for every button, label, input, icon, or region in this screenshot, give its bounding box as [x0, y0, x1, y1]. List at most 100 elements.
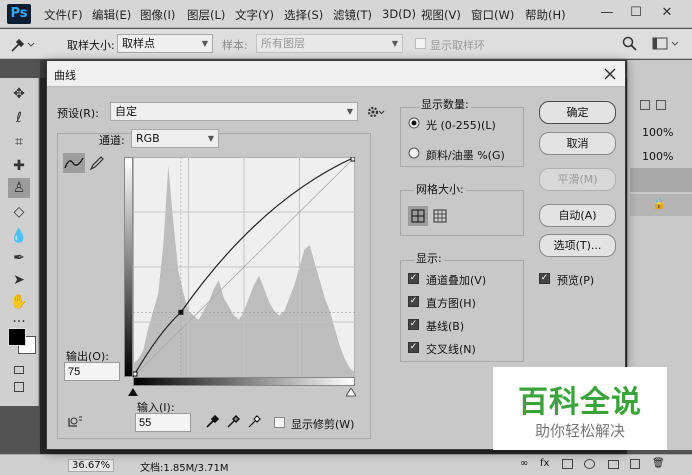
preset-options-gear-icon[interactable] [367, 105, 385, 119]
opacity-value[interactable]: 100% [642, 126, 673, 139]
channel-select[interactable]: RGB ▼ [131, 129, 219, 148]
chevron-down-icon: ▼ [207, 134, 214, 143]
healing-brush-icon[interactable]: ✚ [8, 156, 30, 176]
curve-endpoint-white[interactable] [350, 157, 355, 162]
panel-icon[interactable] [640, 100, 650, 110]
close-window-button[interactable]: ✕ [656, 3, 678, 23]
pigment-radio[interactable] [408, 147, 420, 159]
show-sampling-ring-checkbox[interactable] [415, 38, 426, 49]
crop-tool-icon[interactable]: ⌗ [8, 132, 30, 152]
link-icon[interactable]: ∞ [520, 458, 528, 469]
show-sampling-ring-label: 显示取样环 [430, 39, 485, 52]
black-point-slider[interactable] [128, 388, 138, 397]
pigment-radio-label: 颜料/油墨 %(G) [426, 149, 505, 162]
channel-label: 通道: [99, 134, 125, 147]
menu-help[interactable]: 帮助(H) [525, 7, 566, 23]
search-icon[interactable] [622, 36, 638, 52]
fx-icon[interactable]: fx [540, 458, 549, 469]
chevron-down-icon: ▼ [346, 107, 353, 116]
sample-select[interactable]: 所有图层 ▼ [256, 34, 403, 53]
detailed-grid-icon[interactable] [432, 208, 448, 224]
panel-icon[interactable] [656, 100, 666, 110]
quick-mask-icon[interactable] [14, 366, 24, 374]
watermark-subtitle: 助你轻松解决 [534, 422, 625, 440]
fill-value[interactable]: 100% [642, 150, 673, 163]
gray-eyedropper-icon[interactable] [226, 413, 242, 429]
baseline-label: 基线(B) [426, 320, 465, 333]
curve-point-mode-icon[interactable] [63, 153, 85, 173]
menu-edit[interactable]: 编辑(E) [92, 7, 131, 23]
sample-size-select[interactable]: 取样点 ▼ [117, 34, 213, 53]
baseline-checkbox[interactable]: ✓ [408, 319, 419, 330]
hand-tool-icon[interactable]: ✋ [8, 292, 30, 312]
smooth-button[interactable]: 平滑(M) [539, 168, 616, 191]
menu-bar: Ps 文件(F) 编辑(E) 图像(I) 图层(L) 文字(Y) 选择(S) 滤… [0, 0, 692, 28]
menu-image[interactable]: 图像(I) [140, 7, 175, 23]
show-amount-title: 显示数量: [419, 96, 471, 112]
ok-button[interactable]: 确定 [539, 101, 616, 124]
simple-grid-icon[interactable] [408, 206, 428, 226]
output-gradient-bar [124, 157, 133, 377]
input-field[interactable] [135, 413, 191, 432]
menu-window[interactable]: 窗口(W) [471, 7, 514, 23]
preview-checkbox[interactable]: ✓ [539, 273, 550, 284]
path-selection-icon[interactable]: ➤ [8, 270, 30, 290]
lock-icon: 🔒 [652, 197, 666, 210]
layer-row[interactable] [630, 168, 692, 192]
curve-control-point[interactable] [178, 309, 184, 315]
menu-type[interactable]: 文字(Y) [235, 7, 274, 23]
options-bar: 取样大小: 取样点 ▼ 样本: 所有图层 ▼ 显示取样环 [0, 29, 692, 59]
curve-graph[interactable] [133, 157, 355, 377]
input-gradient-bar [133, 377, 355, 386]
zoom-level[interactable]: 36.67% [68, 459, 115, 472]
screen-mode-icon[interactable] [14, 382, 24, 392]
options-button[interactable]: 选项(T)... [539, 234, 616, 257]
folder-icon[interactable] [608, 460, 619, 469]
menu-3d[interactable]: 3D(D) [382, 7, 416, 21]
curve-endpoint-black[interactable] [133, 371, 138, 377]
document-size: 文档:1.85M/3.71M [140, 463, 229, 474]
white-point-slider[interactable] [346, 388, 356, 397]
black-eyedropper-icon[interactable] [205, 413, 221, 429]
light-radio[interactable] [408, 117, 420, 129]
channel-overlays-label: 通道叠加(V) [426, 274, 487, 287]
foreground-color-swatch[interactable] [8, 328, 26, 346]
pen-tool-icon[interactable]: ✒ [8, 248, 30, 268]
show-clipping-checkbox[interactable] [274, 417, 285, 428]
minimize-button[interactable]: — [596, 3, 618, 23]
dialog-titlebar[interactable]: 曲线 [47, 61, 625, 87]
light-radio-label: 光 (0-255)(L) [426, 119, 496, 132]
output-field[interactable] [64, 362, 120, 381]
mask-icon[interactable] [562, 459, 573, 469]
clone-stamp-tool-icon[interactable]: ♙ [8, 178, 30, 198]
menu-filter[interactable]: 滤镜(T) [333, 7, 372, 23]
layer-row[interactable]: 🔒 [630, 194, 692, 216]
trash-icon[interactable]: 🗑 [652, 458, 665, 469]
close-icon[interactable] [603, 67, 617, 81]
white-eyedropper-icon[interactable] [247, 413, 263, 429]
menu-file[interactable]: 文件(F) [44, 7, 83, 23]
workspace-icon[interactable] [652, 36, 682, 52]
adjustment-icon[interactable] [584, 459, 595, 469]
restore-button[interactable]: ☐ [625, 3, 647, 23]
lasso-tool-icon[interactable]: ℓ [8, 108, 30, 128]
chevron-down-icon: ▼ [201, 39, 208, 48]
pencil-icon[interactable] [89, 155, 105, 171]
intersection-line-checkbox[interactable]: ✓ [408, 342, 419, 353]
preset-select[interactable]: 自定 ▼ [110, 102, 358, 121]
eraser-tool-icon[interactable]: ◇ [8, 202, 30, 222]
menu-view[interactable]: 视图(V) [421, 7, 461, 23]
histogram-checkbox[interactable]: ✓ [408, 296, 419, 307]
auto-button[interactable]: 自动(A) [539, 204, 616, 227]
eyedropper-tool-icon[interactable] [8, 35, 36, 53]
new-layer-icon[interactable] [630, 459, 640, 469]
photoshop-logo: Ps [7, 4, 31, 24]
targeted-adjustment-icon[interactable] [65, 414, 85, 430]
menu-layer[interactable]: 图层(L) [187, 7, 225, 23]
histogram-label: 直方图(H) [426, 297, 476, 310]
menu-select[interactable]: 选择(S) [284, 7, 323, 23]
move-tool-icon[interactable]: ✥ [8, 84, 30, 104]
channel-overlays-checkbox[interactable]: ✓ [408, 273, 419, 284]
cancel-button[interactable]: 取消 [539, 132, 616, 155]
blur-tool-icon[interactable]: 💧 [8, 226, 30, 246]
